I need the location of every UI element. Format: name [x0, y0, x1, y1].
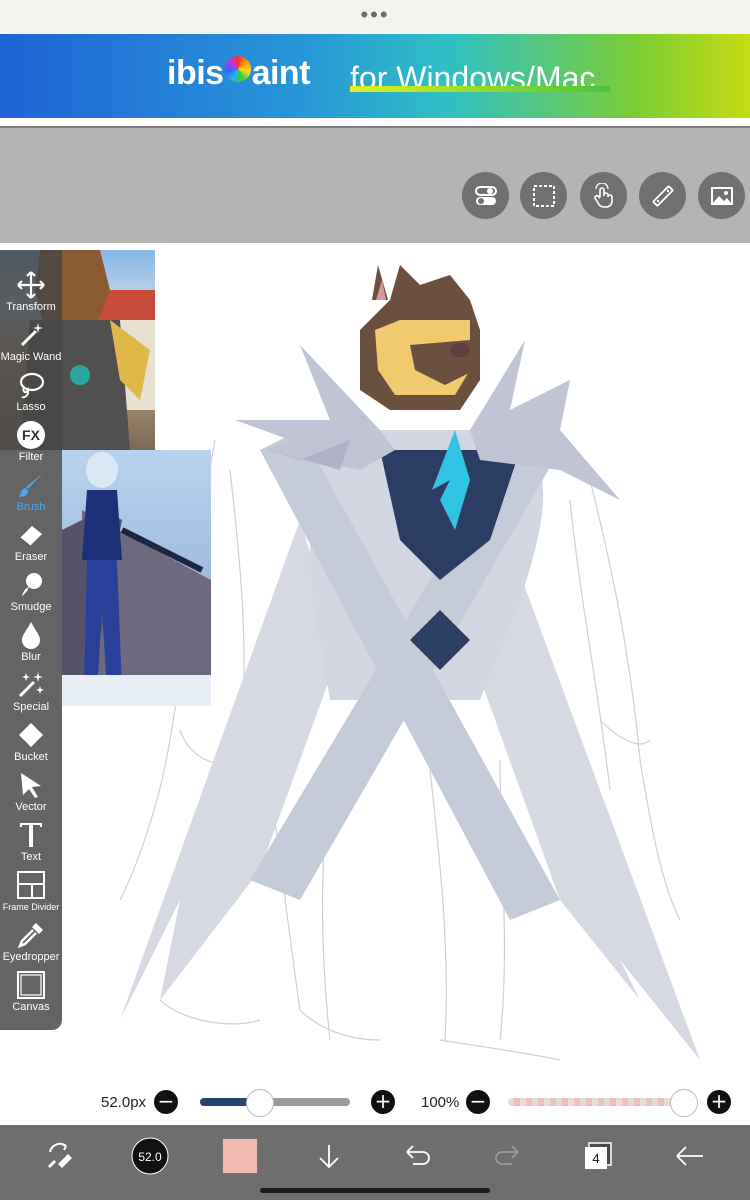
cursor-icon [21, 773, 41, 798]
lasso-icon [19, 372, 45, 399]
brush-size-knob[interactable] [246, 1089, 274, 1117]
top-toolbar [0, 128, 750, 243]
tool-canvas[interactable]: Canvas [0, 968, 62, 1018]
promo-banner[interactable]: ibis aint for Windows/Mac [0, 34, 750, 118]
home-indicator[interactable] [260, 1188, 490, 1193]
tool-vector[interactable]: Vector [0, 768, 62, 818]
size-increase-button[interactable]: + [371, 1090, 395, 1114]
tool-label: Brush [16, 501, 46, 513]
toggle-icon[interactable] [462, 172, 509, 219]
tool-label: Text [20, 851, 42, 863]
tool-blur[interactable]: Blur [0, 618, 62, 668]
swap-tool-icon[interactable] [40, 1125, 80, 1187]
tool-label: Lasso [16, 401, 46, 413]
tagline-underline [350, 86, 610, 92]
tool-magic-wand[interactable]: Magic Wand [0, 318, 62, 368]
fx-icon: FX [17, 421, 45, 449]
ruler-icon[interactable] [639, 172, 686, 219]
opacity-value: 100% [421, 1094, 460, 1111]
color-swatch[interactable] [222, 1125, 258, 1187]
tool-lasso[interactable]: Lasso [0, 368, 62, 418]
frame-icon [17, 871, 45, 899]
tool-transform[interactable]: Transform [0, 268, 62, 318]
opacity-slider[interactable] [508, 1098, 684, 1106]
tool-label: Smudge [10, 601, 52, 613]
selection-icon[interactable] [520, 172, 567, 219]
opacity-increase-button[interactable]: + [707, 1090, 731, 1114]
brush-size-value: 52.0px [101, 1094, 147, 1111]
canvas-icon [17, 971, 45, 999]
tool-filter[interactable]: FX Filter [0, 418, 62, 468]
tool-eyedropper[interactable]: Eyedropper [0, 918, 62, 968]
tool-smudge[interactable]: Smudge [0, 568, 62, 618]
size-decrease-button[interactable]: − [154, 1090, 178, 1114]
tool-special[interactable]: Special [0, 668, 62, 718]
opacity-knob[interactable] [670, 1089, 698, 1117]
tool-text[interactable]: Text [0, 818, 62, 868]
text-icon [20, 823, 42, 847]
tool-frame-divider[interactable]: Frame Divider [0, 868, 62, 918]
bucket-icon [19, 723, 43, 747]
reference-image-2[interactable] [62, 450, 211, 706]
tool-label: Canvas [12, 1001, 50, 1013]
current-color [223, 1139, 257, 1173]
brush-size-preview-text: 52.0 [138, 1150, 162, 1164]
eyedropper-icon [17, 923, 43, 949]
sparkle-icon [18, 672, 44, 698]
drop-icon [22, 622, 40, 649]
divider [0, 118, 750, 128]
tool-brush[interactable]: Brush [0, 468, 62, 518]
tool-label: Blur [21, 651, 41, 663]
tool-label: Frame Divider [2, 902, 60, 912]
tool-eraser[interactable]: Eraser [0, 518, 62, 568]
more-dots-icon[interactable]: ••• [0, 2, 750, 28]
fx-icon-text: FX [22, 427, 41, 443]
tool-label: Bucket [14, 751, 48, 763]
system-top-bar: ••• [0, 0, 750, 34]
arrow-down-icon[interactable] [314, 1125, 344, 1187]
tool-bucket[interactable]: Bucket [0, 718, 62, 768]
layers-count: 4 [592, 1151, 599, 1166]
layers-button[interactable]: 4 [582, 1125, 614, 1187]
hand-icon[interactable] [580, 172, 627, 219]
tool-label: Vector [15, 801, 47, 813]
redo-icon[interactable] [492, 1125, 522, 1187]
opacity-decrease-button[interactable]: − [466, 1090, 490, 1114]
magic-wand-icon [20, 323, 43, 347]
tool-label: Magic Wand [0, 351, 62, 363]
tool-label: Transform [6, 301, 56, 313]
image-icon[interactable] [698, 172, 745, 219]
move-icon [17, 271, 45, 299]
tool-label: Special [12, 701, 50, 713]
undo-icon[interactable] [403, 1125, 433, 1187]
back-arrow-icon[interactable] [672, 1125, 706, 1187]
eraser-icon [19, 526, 42, 547]
tool-label: Filter [18, 451, 44, 463]
tool-label: Eraser [14, 551, 48, 563]
brush-size-preview[interactable]: 52.0 [130, 1125, 170, 1187]
brush-icon [19, 473, 43, 497]
tool-panel: Transform Magic Wand Lasso FX Filter Bru… [0, 250, 62, 1030]
brand-logo: ibis aint [167, 54, 311, 92]
tool-label: Eyedropper [2, 951, 60, 963]
smudge-icon [22, 573, 42, 596]
